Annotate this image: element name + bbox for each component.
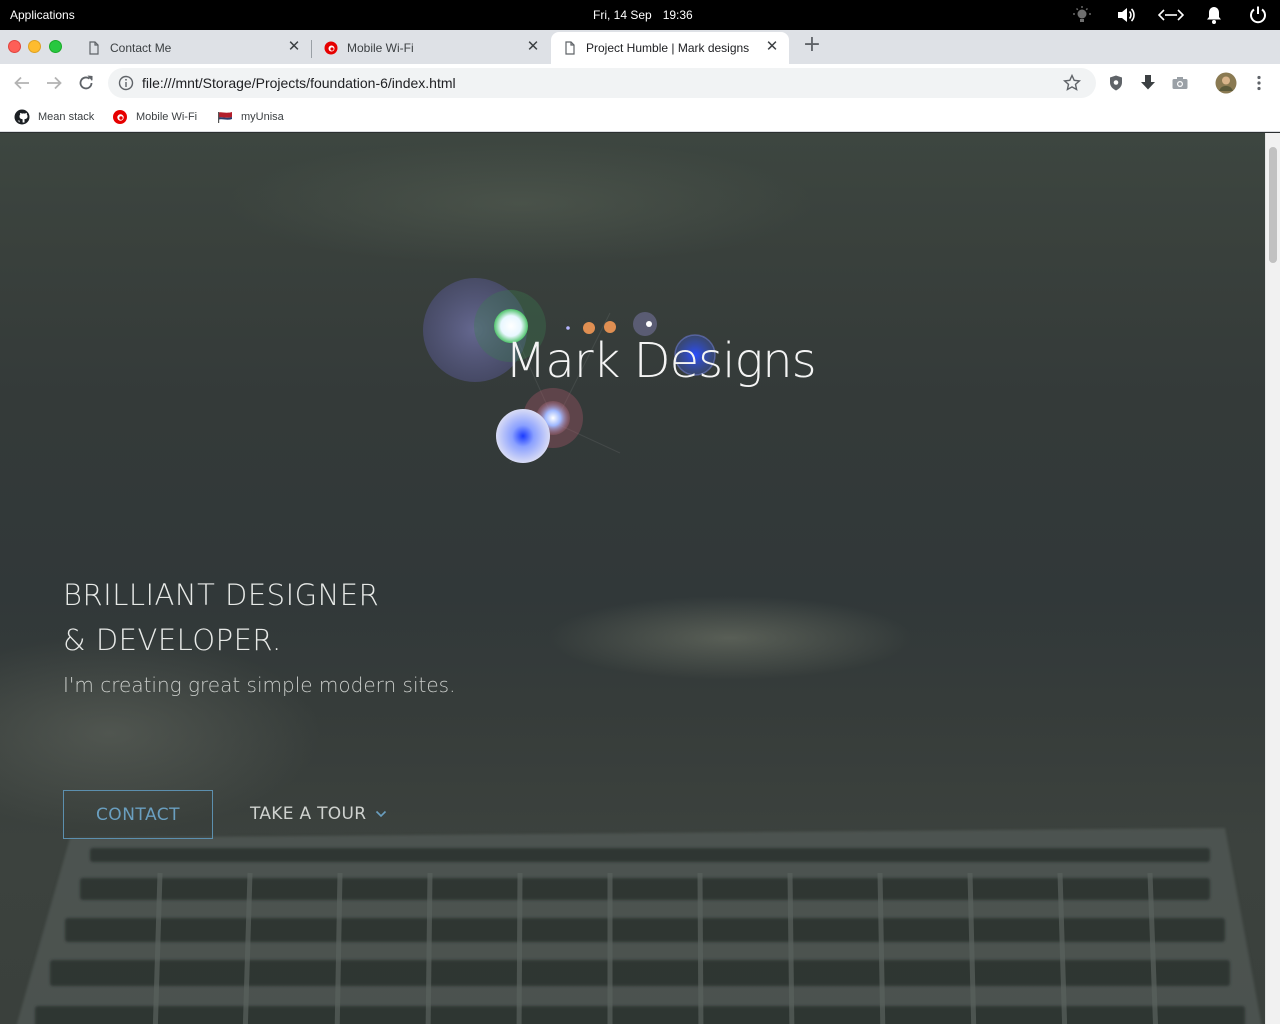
bookmark-mobile-wifi[interactable]: Mobile Wi-Fi [112, 107, 197, 127]
bookmark-star-icon[interactable] [1062, 73, 1082, 93]
window-close-button[interactable] [8, 40, 21, 53]
bookmark-myunisa[interactable]: myUnisa [217, 107, 284, 127]
page-scrollbar[interactable] [1265, 133, 1280, 1024]
clock[interactable]: Fri, 14 Sep 19:36 [593, 8, 693, 22]
time-text: 19:36 [662, 8, 693, 22]
page-icon [565, 41, 575, 55]
brightness-icon[interactable] [1071, 4, 1093, 26]
browser-toolbar: file:///mnt/Storage/Projects/foundation-… [0, 64, 1280, 102]
download-icon [1141, 75, 1155, 90]
power-icon[interactable] [1247, 4, 1269, 26]
tab-project-humble[interactable]: Project Humble | Mark designs ✕ [551, 32, 789, 64]
tab-title: Contact Me [110, 41, 172, 55]
tab-close-icon[interactable]: ✕ [524, 38, 542, 56]
unisa-icon [218, 112, 232, 123]
forward-button[interactable] [42, 71, 66, 95]
tab-title: Mobile Wi-Fi [347, 41, 414, 55]
browser-menu-button[interactable] [1247, 71, 1271, 95]
bookmarks-bar: Mean stack Mobile Wi-Fi myUnisa [0, 102, 1280, 132]
privacy-badger-button[interactable] [1104, 71, 1128, 95]
bookmark-mean-stack[interactable]: Mean stack [14, 107, 94, 127]
date-text: Fri, 14 Sep [593, 8, 652, 22]
arrow-right-icon [47, 76, 62, 90]
profile-avatar[interactable] [1214, 71, 1238, 95]
page-viewport[interactable]: Mark Designs BRILLIANT DESIGNER & DEVELO… [0, 133, 1265, 1024]
url-text[interactable]: file:///mnt/Storage/Projects/foundation-… [142, 75, 456, 91]
github-icon [14, 109, 30, 125]
page-icon [89, 41, 99, 55]
scrollbar-thumb[interactable] [1269, 147, 1277, 263]
tab-close-icon[interactable]: ✕ [285, 38, 303, 56]
bookmark-label: Mean stack [38, 111, 95, 123]
hero-tagline: I'm creating great simple modern sites. [63, 673, 456, 697]
back-button[interactable] [10, 71, 34, 95]
shield-icon [1110, 75, 1122, 91]
arrow-left-icon [14, 76, 29, 90]
headline-line-2: & DEVELOPER. [63, 623, 282, 657]
bookmark-label: Mobile Wi-Fi [136, 111, 198, 123]
tab-contact-me[interactable]: Contact Me ✕ [75, 32, 311, 64]
volume-icon[interactable] [1115, 4, 1137, 26]
window-maximize-button[interactable] [49, 40, 62, 53]
avatar-icon [1215, 72, 1237, 94]
vodafone-icon [324, 41, 338, 55]
take-a-tour-button[interactable]: TAKE A TOUR [250, 802, 388, 826]
take-a-tour-label: TAKE A TOUR [250, 804, 367, 824]
info-icon[interactable] [118, 75, 134, 91]
new-tab-button[interactable]: + [800, 34, 824, 58]
screenshot-button[interactable] [1168, 71, 1192, 95]
address-bar[interactable]: file:///mnt/Storage/Projects/foundation-… [108, 68, 1096, 98]
desktop-top-bar: Applications Fri, 14 Sep 19:36 [0, 0, 1280, 30]
tab-mobile-wifi[interactable]: Mobile Wi-Fi ✕ [312, 32, 550, 64]
background-keyboard-image [16, 828, 1262, 1024]
tab-strip: Contact Me ✕ Mobile Wi-Fi ✕ Project Humb… [0, 30, 1280, 64]
reload-icon [79, 75, 93, 90]
window-minimize-button[interactable] [28, 40, 41, 53]
logo-text: Mark Designs [505, 333, 817, 389]
download-button[interactable] [1136, 71, 1160, 95]
chevron-down-icon [376, 810, 387, 818]
reload-button[interactable] [74, 71, 98, 95]
hero-headline: BRILLIANT DESIGNER & DEVELOPER. [63, 573, 379, 663]
bookmark-label: myUnisa [241, 111, 284, 123]
camera-icon [1172, 77, 1188, 89]
contact-button[interactable]: CONTACT [63, 790, 213, 839]
tab-close-icon[interactable]: ✕ [763, 38, 781, 56]
applications-menu[interactable]: Applications [10, 8, 75, 22]
notifications-icon[interactable] [1203, 4, 1225, 26]
headline-line-1: BRILLIANT DESIGNER [63, 578, 380, 612]
tab-title: Project Humble | Mark designs [586, 41, 750, 55]
vodafone-icon [113, 110, 127, 124]
more-vertical-icon [1257, 75, 1261, 91]
network-icon[interactable] [1158, 4, 1184, 26]
